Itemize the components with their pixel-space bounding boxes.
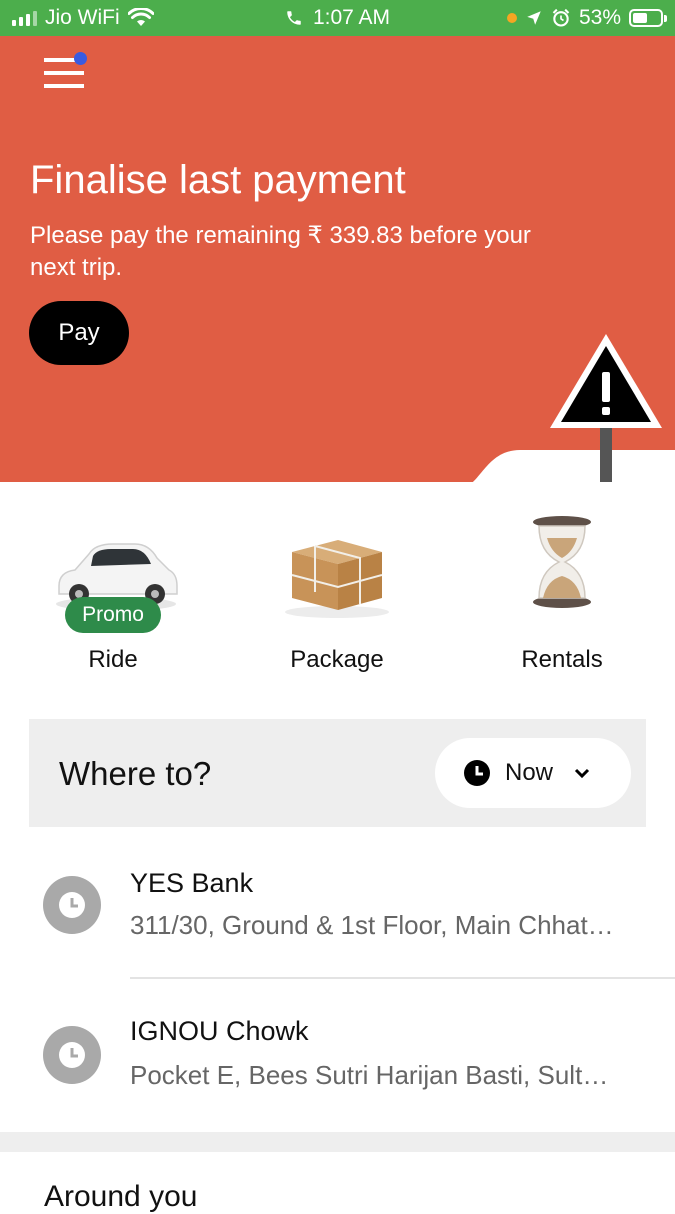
clock-icon bbox=[464, 760, 490, 786]
phone-call-icon bbox=[287, 11, 301, 25]
mic-indicator-dot bbox=[506, 13, 517, 23]
around-you-heading: Around you bbox=[44, 1180, 198, 1213]
location-arrow-icon bbox=[527, 11, 541, 25]
place-address: Pocket E, Bees Sutri Harijan Basti, Sult… bbox=[130, 1060, 620, 1090]
service-package[interactable]: Package bbox=[237, 500, 437, 680]
menu-button[interactable] bbox=[44, 52, 87, 92]
where-to-label: Where to? bbox=[59, 755, 212, 792]
notification-dot bbox=[74, 52, 87, 65]
warning-sign-icon bbox=[550, 334, 662, 482]
service-label-rentals: Rentals bbox=[521, 646, 603, 673]
banner-subtitle: Please pay the remaining ₹ 339.83 before… bbox=[30, 222, 531, 281]
package-box-icon bbox=[285, 540, 389, 618]
place-name: YES Bank bbox=[130, 868, 254, 898]
service-ride[interactable]: Ride bbox=[13, 500, 213, 680]
service-label-ride: Ride bbox=[88, 646, 138, 673]
status-bar: Jio WiFi 1:07 AM 53% bbox=[0, 0, 675, 36]
battery-icon bbox=[629, 9, 667, 27]
chevron-down-icon bbox=[574, 768, 590, 779]
place-address: 311/30, Ground & 1st Floor, Main Chhatar… bbox=[130, 910, 620, 940]
clock-time: 1:07 AM bbox=[312, 6, 391, 29]
service-rentals[interactable]: Rentals bbox=[462, 500, 662, 680]
saved-place-item[interactable]: IGNOU Chowk Pocket E, Bees Sutri Harijan… bbox=[0, 978, 675, 1128]
saved-place-item[interactable]: YES Bank 311/30, Ground & 1st Floor, Mai… bbox=[0, 828, 675, 978]
where-to-search[interactable]: Where to? Now bbox=[29, 719, 646, 827]
schedule-now-button[interactable]: Now bbox=[435, 738, 631, 808]
banner-title: Finalise last payment bbox=[30, 158, 406, 202]
place-name: IGNOU Chowk bbox=[130, 1016, 309, 1046]
battery-percent: 53% bbox=[578, 6, 621, 29]
hourglass-icon bbox=[533, 516, 591, 608]
service-options: Ride Package Rentals bbox=[0, 500, 675, 690]
promo-badge: Promo bbox=[65, 597, 161, 633]
recent-clock-icon bbox=[43, 876, 101, 934]
recent-clock-icon bbox=[43, 1026, 101, 1084]
pay-button[interactable]: Pay bbox=[29, 301, 129, 365]
service-label-package: Package bbox=[290, 646, 384, 673]
alarm-icon bbox=[552, 8, 570, 27]
section-separator bbox=[0, 1132, 675, 1152]
schedule-label: Now bbox=[505, 759, 554, 786]
